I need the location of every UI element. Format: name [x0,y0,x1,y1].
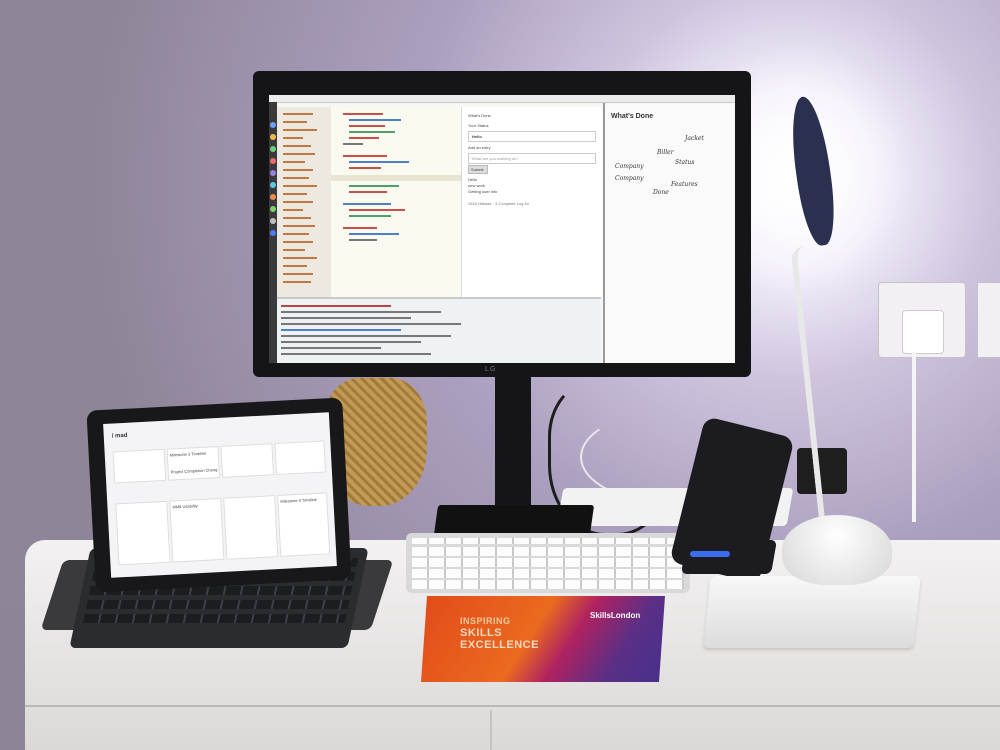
list-item: Getting user info [468,189,498,194]
ipad-screen[interactable]: / mad Milestone 3 Timeline Project Compl… [103,412,337,578]
dock-app-icon [270,158,276,164]
monitor-screen: What's Done Your Status Hello Add an ent… [269,95,735,363]
add-entry-label: Add an entry [468,145,491,150]
ipad-card[interactable]: MM6 Usability [169,497,225,563]
status-label: Your Status [468,123,489,128]
cloth-text-line2: SKILLS [460,627,503,639]
status-field[interactable]: Hello [468,131,596,142]
wall-plug [902,310,944,354]
monitor-stand-base [433,505,595,535]
dock [269,102,277,363]
handwritten-note: Company [615,175,644,182]
code-editor[interactable] [331,107,461,297]
submit-button[interactable]: Submit [468,165,488,174]
desk-lamp-base [782,515,892,585]
magic-trackpad[interactable] [703,576,921,648]
cleaning-cloth [420,596,666,682]
charger-led [690,551,730,557]
wall-socket-right [977,282,1000,358]
monitor-stand-neck [495,377,531,512]
menu-bar [269,95,735,103]
notes-title: What's Done [611,113,654,120]
file-tree [277,107,332,297]
dock-app-icon [270,230,276,236]
app-panel-title: What's Done [468,113,491,118]
list-item: new work [468,183,485,188]
list-item: Hello [468,177,478,182]
dock-app-icon [270,206,276,212]
dock-app-icon [270,194,276,200]
handwritten-note: Biller [657,149,674,156]
entry-input[interactable]: What are you working on? [468,153,596,164]
plug-cable [912,352,916,522]
monitor-brand-logo: LG [485,366,497,373]
ipad-card[interactable] [115,500,171,566]
ipad-card[interactable]: Milestone 5 Timeline [277,492,331,557]
magic-keyboard[interactable] [406,533,690,593]
desk-drawer-divider [490,710,492,750]
terminal[interactable] [277,297,601,363]
ipad-card[interactable] [223,495,279,560]
cloth-text-line3: EXCELLENCE [460,639,539,651]
dock-app-icon [270,182,276,188]
desk-drawer-line [25,705,1000,707]
handwritten-note: Jacket [685,135,704,142]
dock-app-icon [270,134,276,140]
dock-app-icon [270,146,276,152]
cloth-text-line1: INSPIRING [460,616,511,626]
cloth-brand: SkillsLondon [590,611,641,620]
handwritten-note: Done [653,189,669,196]
preview-pane: What's Done Your Status Hello Add an ent… [461,107,602,297]
handwritten-note: Features [671,181,698,188]
ipad-card[interactable] [112,448,167,484]
ipad-card[interactable] [274,440,326,476]
dock-app-icon [270,218,276,224]
wireless-charger [681,540,777,574]
dock-app-icon [270,170,276,176]
panel-footer: 1518 Hakase · 3 Complete Log All [468,201,529,206]
handwritten-note: Company [615,163,644,170]
ipad-header: / mad [111,432,128,440]
handwritten-note: Status [675,159,695,166]
whats-done-panel: What's Done Jacket Biller Company Compan… [603,103,735,363]
dock-app-icon [270,122,276,128]
ipad-card[interactable] [220,443,275,478]
entry-placeholder: What are you working on? [472,156,519,161]
ipad-card[interactable]: Milestone 3 Timeline Project Completion … [166,446,221,481]
status-value: Hello [472,134,482,139]
